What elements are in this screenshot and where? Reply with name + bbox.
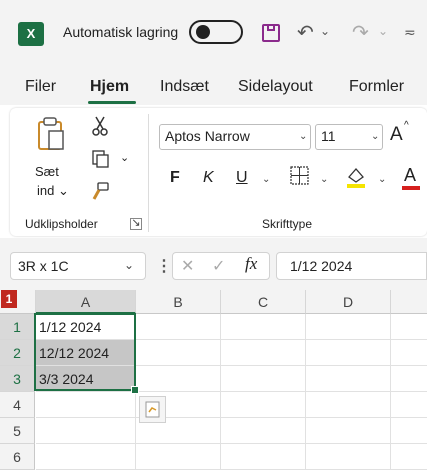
underline-button[interactable]: U [236,169,248,187]
row-header-5[interactable]: 5 [0,418,35,444]
underline-dropdown-icon[interactable]: ⌄ [262,174,270,185]
row-header-4[interactable]: 4 [0,392,35,418]
save-icon[interactable] [262,24,280,42]
copy-dropdown-icon[interactable]: ⌄ [120,151,129,164]
cell-b2[interactable] [136,340,221,366]
more-options-icon[interactable]: ⋮ [156,256,172,276]
redo-dropdown-icon[interactable]: ⌄ [378,24,388,38]
font-size-value: 11 [321,128,336,144]
tab-formler[interactable]: Formler [349,78,404,96]
clipboard-group-label: Udklipsholder [25,217,98,231]
cancel-icon[interactable]: ✕ [181,256,194,276]
column-header-d[interactable]: D [306,290,391,314]
cell-c6[interactable] [221,444,306,470]
cell-a5[interactable] [36,418,136,444]
cell-c5[interactable] [221,418,306,444]
borders-icon[interactable] [290,166,310,186]
borders-dropdown-icon[interactable]: ⌄ [320,174,328,185]
quick-analysis-icon [145,401,160,418]
insert-function-icon[interactable]: fx [245,254,257,274]
cell-e6[interactable] [391,444,427,470]
column-header-c[interactable]: C [221,290,306,314]
cell-e5[interactable] [391,418,427,444]
column-header-e[interactable] [391,290,427,314]
fill-color-dropdown-icon[interactable]: ⌄ [378,174,386,185]
cell-e1[interactable] [391,314,427,340]
cell-a4[interactable] [36,392,136,418]
cell-c2[interactable] [221,340,306,366]
autosave-toggle[interactable] [189,20,243,44]
group-divider [148,114,149,232]
cut-icon[interactable] [92,116,108,136]
bold-button[interactable]: F [170,169,180,187]
step-badge: 1 [1,290,17,308]
row-header-3[interactable]: 3 [0,366,35,392]
cell-a6[interactable] [36,444,136,470]
cell-b1[interactable] [136,314,221,340]
paste-dropdown[interactable]: ind ⌄ [37,183,69,199]
tab-indsaet[interactable]: Indsæt [160,78,209,96]
font-name-select[interactable]: Aptos Narrow [159,124,311,150]
tab-sidelayout[interactable]: Sidelayout [238,78,313,96]
cell-c1[interactable] [221,314,306,340]
font-size-chevron-icon: ⌄ [371,131,380,142]
font-name-chevron-icon: ⌄ [299,131,308,142]
cell-e2[interactable] [391,340,427,366]
font-name-value: Aptos Narrow [165,128,250,144]
cell-d2[interactable] [306,340,391,366]
undo-icon[interactable]: ↶ [297,20,314,45]
cell-c3[interactable] [221,366,306,392]
column-header-a[interactable]: A [36,290,136,314]
enter-icon[interactable]: ✓ [212,256,225,276]
cell-c4[interactable] [221,392,306,418]
cell-d6[interactable] [306,444,391,470]
name-box-chevron-icon[interactable]: ⌄ [124,258,134,272]
format-painter-icon[interactable] [90,182,110,202]
cell-e4[interactable] [391,392,427,418]
font-color-icon[interactable]: A [404,165,416,186]
fill-color-icon[interactable] [345,165,367,189]
cell-e3[interactable] [391,366,427,392]
cell-d4[interactable] [306,392,391,418]
cell-b6[interactable] [136,444,221,470]
row-header-1[interactable]: 1 [0,314,35,340]
active-tab-indicator [88,101,136,104]
italic-button[interactable]: K [203,169,214,187]
grow-font-icon[interactable]: A [390,124,403,146]
excel-icon: X [18,22,44,46]
cell-d3[interactable] [306,366,391,392]
copy-icon[interactable] [92,150,110,168]
paste-icon[interactable] [37,117,65,151]
font-group-label: Skrifttype [262,217,313,231]
name-box-value: 3R x 1C [18,258,69,274]
customize-qat-icon[interactable]: ≂ [404,24,416,41]
formula-value: 1/12 2024 [290,258,353,274]
cell-d1[interactable] [306,314,391,340]
row-header-2[interactable]: 2 [0,340,35,366]
undo-dropdown-icon[interactable]: ⌄ [320,24,330,38]
fill-handle[interactable] [131,386,139,394]
quick-analysis-button[interactable] [139,396,166,423]
grow-font-caret-icon: ^ [404,120,409,131]
tab-filer[interactable]: Filer [25,78,56,96]
selection-border [34,313,136,391]
clipboard-launcher-icon[interactable]: ↘ [130,218,142,230]
toggle-knob [196,25,210,39]
row-header-6[interactable]: 6 [0,444,35,470]
column-header-b[interactable]: B [136,290,221,314]
paste-label[interactable]: Sæt [35,164,59,179]
tab-hjem[interactable]: Hjem [90,78,129,96]
autosave-label: Automatisk lagring [63,24,179,40]
font-color-swatch [402,186,420,190]
redo-icon[interactable]: ↷ [352,20,369,45]
cell-d5[interactable] [306,418,391,444]
cell-b3[interactable] [136,366,221,392]
